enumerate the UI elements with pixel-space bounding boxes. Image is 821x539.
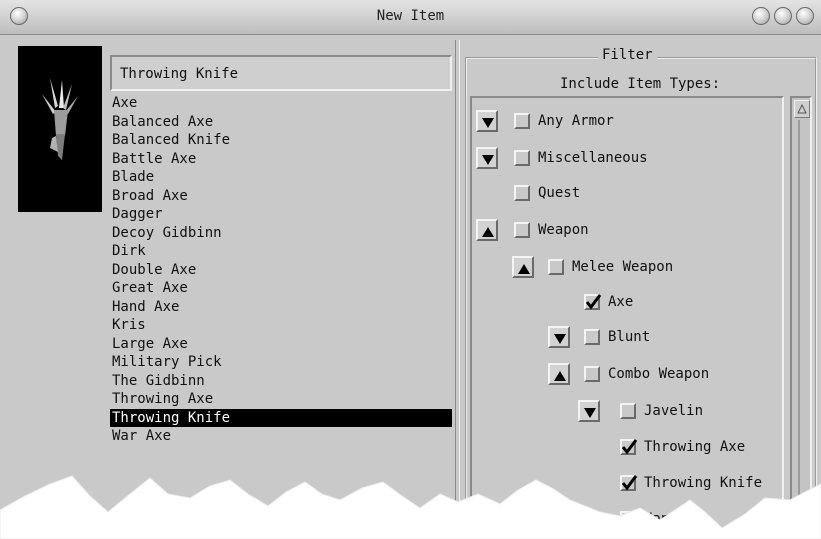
- torn-paper-edge: [0, 475, 821, 539]
